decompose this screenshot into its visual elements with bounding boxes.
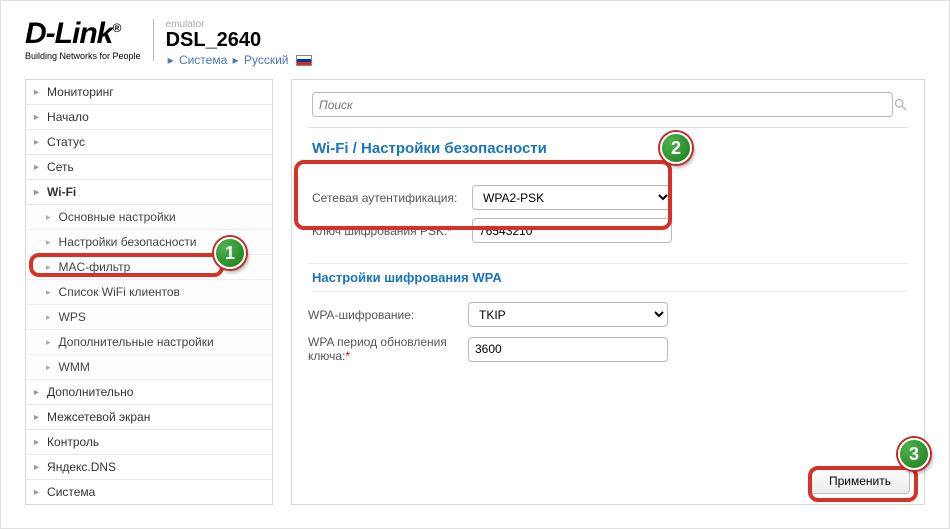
sidebar-item-label: Дополнительно: [47, 385, 133, 399]
chevron-right-icon: ▸: [46, 212, 51, 223]
search-row: [308, 90, 908, 128]
sidebar-item-label: WMM: [59, 360, 90, 374]
sidebar-item-label: Дополнительные настройки: [59, 335, 214, 349]
auth-settings-block: Сетевая аутентификация: WPA2-PSK Ключ ши…: [308, 171, 908, 264]
crumb-system[interactable]: Система: [179, 53, 227, 67]
chevron-right-icon: ▸: [46, 312, 51, 323]
page-title: Wi-Fi / Настройки безопасности: [312, 140, 908, 157]
sidebar-item-label: Яндекс.DNS: [47, 460, 116, 474]
breadcrumb: ▸ Система ▸ Русский: [166, 53, 312, 67]
search-input[interactable]: [312, 92, 893, 117]
logo-block: D-Link® Building Networks for People: [25, 19, 154, 61]
chevron-right-icon: ▸: [46, 287, 51, 298]
chevron-right-icon: ▸: [34, 437, 39, 448]
sidebar-item-label: Основные настройки: [59, 210, 176, 224]
sidebar-item-label: Межсетевой экран: [47, 410, 150, 424]
sidebar-sub-clients[interactable]: ▸ Список WiFi клиентов: [26, 280, 272, 305]
callout-3: 3: [898, 438, 930, 470]
sidebar-item-label: Начало: [47, 110, 89, 124]
sidebar-item-label: Система: [47, 485, 95, 499]
sidebar-item-network[interactable]: ▸ Сеть: [26, 155, 272, 180]
sidebar-sub-advanced[interactable]: ▸ Дополнительные настройки: [26, 330, 272, 355]
chevron-right-icon: ▸: [233, 53, 239, 67]
sidebar-item-yandexdns[interactable]: ▸ Яндекс.DNS: [26, 455, 272, 480]
wpa-rekey-input[interactable]: [468, 337, 668, 362]
chevron-right-icon: ▸: [34, 187, 39, 198]
psk-label: Ключ шифрования PSK:*: [312, 224, 472, 238]
chevron-right-icon: ▸: [46, 337, 51, 348]
chevron-right-icon: ▸: [46, 362, 51, 373]
sidebar-item-label: Статус: [47, 135, 85, 149]
auth-select[interactable]: WPA2-PSK: [472, 185, 672, 210]
sidebar-item-status[interactable]: ▸ Статус: [26, 130, 272, 155]
chevron-right-icon: ▸: [34, 412, 39, 423]
logo-subtitle: Building Networks for People: [25, 51, 141, 61]
sidebar-item-label: Сеть: [47, 160, 74, 174]
search-icon[interactable]: [893, 97, 908, 112]
model-block: emulator DSL_2640 ▸ Система ▸ Русский: [166, 19, 312, 67]
sidebar-sub-wps[interactable]: ▸ WPS: [26, 305, 272, 330]
flag-ru-icon: [296, 55, 312, 66]
sidebar-item-start[interactable]: ▸ Начало: [26, 105, 272, 130]
sidebar: ▸ Мониторинг ▸ Начало ▸ Статус ▸ Сеть ▸ …: [25, 79, 273, 505]
header: D-Link® Building Networks for People emu…: [25, 19, 925, 67]
crumb-language[interactable]: Русский: [244, 53, 289, 67]
sidebar-item-extra[interactable]: ▸ Дополнительно: [26, 380, 272, 405]
content-panel: Wi-Fi / Настройки безопасности Сетевая а…: [291, 79, 925, 505]
sidebar-sub-wmm[interactable]: ▸ WMM: [26, 355, 272, 380]
sidebar-item-firewall[interactable]: ▸ Межсетевой экран: [26, 405, 272, 430]
sidebar-sub-basic[interactable]: ▸ Основные настройки: [26, 205, 272, 230]
sidebar-item-system[interactable]: ▸ Система: [26, 480, 272, 504]
chevron-right-icon: ▸: [34, 87, 39, 98]
sidebar-item-monitoring[interactable]: ▸ Мониторинг: [26, 80, 272, 105]
sidebar-item-label: Настройки безопасности: [59, 235, 197, 249]
sidebar-item-label: Мониторинг: [47, 85, 114, 99]
psk-input[interactable]: [472, 218, 672, 243]
chevron-right-icon: ▸: [34, 387, 39, 398]
chevron-right-icon: ▸: [34, 162, 39, 173]
chevron-right-icon: ▸: [34, 112, 39, 123]
logo-text: D-Link®: [25, 19, 141, 49]
sidebar-item-label: Wi-Fi: [47, 185, 76, 199]
chevron-right-icon: ▸: [46, 237, 51, 248]
chevron-right-icon: ▸: [34, 487, 39, 498]
model-name: DSL_2640: [166, 30, 312, 50]
callout-2: 2: [660, 132, 692, 164]
wpa-enc-select[interactable]: TKIP: [468, 302, 668, 327]
wpa-enc-label: WPA-шифрование:: [308, 308, 468, 322]
sidebar-item-wifi[interactable]: ▸ Wi-Fi: [26, 180, 272, 205]
sidebar-item-control[interactable]: ▸ Контроль: [26, 430, 272, 455]
sidebar-item-label: Контроль: [47, 435, 99, 449]
chevron-right-icon: ▸: [34, 137, 39, 148]
callout-1: 1: [214, 237, 246, 269]
sidebar-item-label: Список WiFi клиентов: [59, 285, 180, 299]
apply-button[interactable]: Применить: [810, 468, 910, 494]
chevron-right-icon: ▸: [168, 53, 174, 67]
chevron-right-icon: ▸: [34, 462, 39, 473]
wpa-rekey-label: WPA период обновления ключа:*: [308, 335, 468, 363]
wpa-section-title: Настройки шифрования WPA: [312, 270, 908, 292]
chevron-right-icon: ▸: [46, 262, 51, 273]
sidebar-item-label: WPS: [59, 310, 86, 324]
sidebar-item-label: MAC-фильтр: [59, 260, 131, 274]
auth-label: Сетевая аутентификация:: [312, 191, 472, 205]
